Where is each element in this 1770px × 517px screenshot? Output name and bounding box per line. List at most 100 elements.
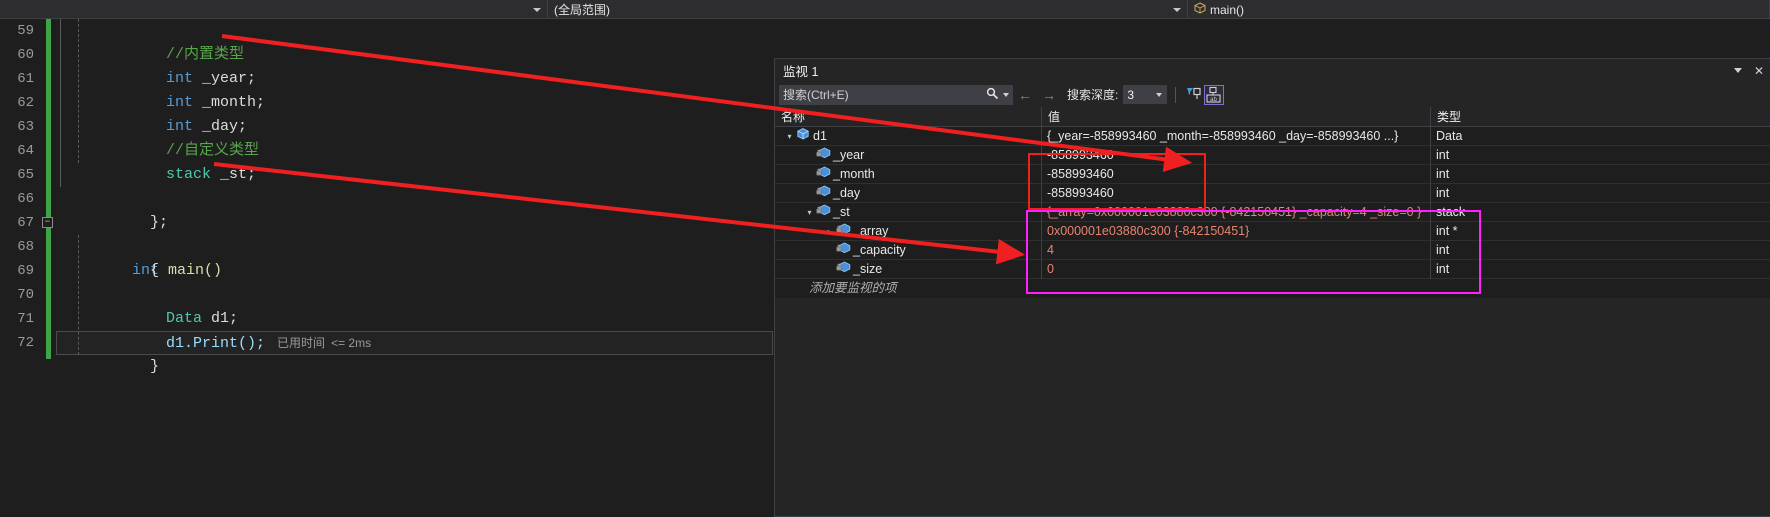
field-private-icon bbox=[836, 260, 853, 279]
watch-row-name: _capacity bbox=[853, 243, 906, 257]
watch-toolbar: 搜索(Ctrl+E) ← → 搜索深度: 3 ab bbox=[775, 82, 1770, 107]
line-number: 59 bbox=[17, 23, 34, 39]
search-placeholder: 搜索(Ctrl+E) bbox=[783, 88, 849, 102]
line-number: 64 bbox=[17, 143, 34, 159]
add-watch-item-row[interactable]: 添加要监视的项 bbox=[775, 279, 1770, 298]
watch-window-title: 监视 1 bbox=[783, 65, 819, 79]
watch-row-type: int bbox=[1436, 261, 1450, 276]
line-number: 62 bbox=[17, 95, 34, 111]
line-number-gutter: 59 60 61 62 63 64 65 66 67 68 69 70 71 7… bbox=[0, 19, 40, 517]
expand-triangle-icon[interactable]: ▸ bbox=[823, 227, 836, 236]
struct-icon bbox=[796, 127, 813, 146]
watch-row-type: int bbox=[1436, 185, 1450, 200]
watch-table: 名称 值 类型 ▾ d1 {_year=-858993460 _month=-858… bbox=[775, 107, 1770, 298]
chevron-down-icon bbox=[1156, 92, 1163, 97]
column-header-type[interactable]: 类型 bbox=[1431, 107, 1770, 126]
editor-navigation-bar: (全局范围) main() bbox=[0, 0, 1770, 19]
watch-row-name-cell[interactable]: ▾ d1 bbox=[775, 126, 1042, 146]
column-header-name[interactable]: 名称 bbox=[775, 107, 1042, 126]
visual-studio-debug-screen: (全局范围) main() 59 60 61 62 63 64 65 66 67… bbox=[0, 0, 1770, 517]
watch-row-type: int bbox=[1436, 166, 1450, 181]
watch-row[interactable]: _month -858993460 int bbox=[775, 164, 1770, 184]
watch-row-type: int bbox=[1436, 147, 1450, 162]
close-icon[interactable]: ✕ bbox=[1754, 65, 1764, 77]
watch-row-name-cell[interactable]: _year bbox=[775, 145, 1042, 165]
watch-rows-container: ▾ d1 {_year=-858993460 _month=-858993460 _… bbox=[775, 126, 1770, 279]
watch-row-type: Data bbox=[1436, 128, 1463, 143]
watch-row-type: int * bbox=[1436, 223, 1458, 238]
field-private-icon bbox=[816, 184, 833, 203]
watch-row[interactable]: ▾ _st {_array=0x000001e03880c300 {-8421504… bbox=[775, 202, 1770, 222]
watch-row-value[interactable]: -858993460 bbox=[1042, 145, 1431, 165]
watch-row-name-cell[interactable]: ▾ _st bbox=[775, 202, 1042, 222]
line-number: 66 bbox=[17, 191, 34, 207]
code-text: } bbox=[150, 358, 160, 375]
watch-row-value[interactable]: {_year=-858993460 _month=-858993460 _day… bbox=[1042, 126, 1431, 146]
fold-toggle-icon[interactable]: − bbox=[42, 217, 53, 228]
line-number: 67 bbox=[17, 215, 34, 231]
field-private-icon bbox=[816, 146, 833, 165]
watch-row-name: _array bbox=[853, 224, 889, 238]
watch-row-value[interactable]: 4 bbox=[1042, 240, 1431, 260]
column-header-value[interactable]: 值 bbox=[1042, 107, 1431, 126]
watch-row-value[interactable]: -858993460 bbox=[1042, 183, 1431, 203]
hex-display-icon[interactable]: ab bbox=[1204, 84, 1225, 105]
svg-text:ab: ab bbox=[1211, 96, 1218, 102]
watch-row[interactable]: ▸ _array 0x000001e03880c300 {-842150451} in… bbox=[775, 221, 1770, 241]
watch-row-value[interactable]: 0x000001e03880c300 {-842150451} bbox=[1042, 221, 1431, 241]
watch-row-value[interactable]: 0 bbox=[1042, 259, 1431, 279]
function-dropdown-label: main() bbox=[1210, 2, 1245, 17]
line-number: 72 bbox=[17, 335, 34, 351]
search-depth-value: 3 bbox=[1127, 87, 1135, 102]
field-private-icon bbox=[816, 203, 833, 222]
watch-row-name: _year bbox=[833, 148, 865, 162]
watch-row[interactable]: ▾ d1 {_year=-858993460 _month=-858993460 _… bbox=[775, 126, 1770, 146]
watch-row-name: d1 bbox=[813, 129, 827, 143]
watch-row-name: _st bbox=[833, 205, 850, 219]
arrow-right-icon[interactable]: → bbox=[1042, 87, 1056, 103]
function-dropdown[interactable]: main() bbox=[1188, 0, 1770, 19]
watch-table-header: 名称 值 类型 bbox=[775, 107, 1770, 127]
search-depth-label: 搜索深度: bbox=[1067, 88, 1119, 102]
watch-row-value[interactable]: {_array=0x000001e03880c300 {-842150451} … bbox=[1042, 202, 1431, 222]
filter-pin-icon[interactable] bbox=[1184, 85, 1204, 105]
watch-row[interactable]: _capacity 4 int bbox=[775, 240, 1770, 260]
watch-row-name-cell[interactable]: ▸ _array bbox=[775, 221, 1042, 241]
watch-window: 监视 1 ✕ 搜索(Ctrl+E) ← → 搜索深度: 3 ab 名称 值 类型… bbox=[774, 58, 1770, 517]
arrow-left-icon[interactable]: ← bbox=[1018, 87, 1032, 103]
line-number: 71 bbox=[17, 311, 34, 327]
watch-row[interactable]: _year -858993460 int bbox=[775, 145, 1770, 165]
search-input[interactable]: 搜索(Ctrl+E) bbox=[779, 84, 1013, 105]
watch-row[interactable]: _day -858993460 int bbox=[775, 183, 1770, 203]
member-dropdown-label: (全局范围) bbox=[554, 3, 610, 17]
line-number: 60 bbox=[17, 47, 34, 63]
search-depth-dropdown[interactable]: 3 bbox=[1123, 85, 1168, 104]
watch-row-name: _size bbox=[853, 262, 883, 276]
watch-row[interactable]: _size 0 int bbox=[775, 259, 1770, 279]
watch-row-name-cell[interactable]: _capacity bbox=[775, 240, 1042, 260]
collapse-triangle-icon[interactable]: ▾ bbox=[783, 132, 796, 141]
member-dropdown[interactable]: (全局范围) bbox=[548, 0, 1188, 19]
cube-icon bbox=[1194, 2, 1206, 17]
magnifier-icon[interactable] bbox=[986, 87, 999, 103]
scope-dropdown[interactable] bbox=[0, 0, 548, 19]
watch-row-name-cell[interactable]: _month bbox=[775, 164, 1042, 184]
chevron-down-icon[interactable] bbox=[1003, 92, 1009, 97]
line-number: 61 bbox=[17, 71, 34, 87]
field-private-icon bbox=[836, 241, 853, 260]
chevron-down-icon[interactable] bbox=[1733, 68, 1742, 73]
line-number: 69 bbox=[17, 263, 34, 279]
field-private-icon bbox=[836, 222, 853, 241]
watch-row-name-cell[interactable]: _size bbox=[775, 259, 1042, 279]
field-private-icon bbox=[816, 165, 833, 184]
chevron-down-icon bbox=[533, 7, 541, 12]
line-number: 70 bbox=[17, 287, 34, 303]
line-number: 68 bbox=[17, 239, 34, 255]
watch-row-type: int bbox=[1436, 242, 1450, 257]
watch-row-name-cell[interactable]: _day bbox=[775, 183, 1042, 203]
line-number: 63 bbox=[17, 119, 34, 135]
line-number: 65 bbox=[17, 167, 34, 183]
collapse-triangle-icon[interactable]: ▾ bbox=[803, 208, 816, 217]
watch-row-value[interactable]: -858993460 bbox=[1042, 164, 1431, 184]
code-line[interactable]: //内置类型 bbox=[56, 19, 1770, 63]
